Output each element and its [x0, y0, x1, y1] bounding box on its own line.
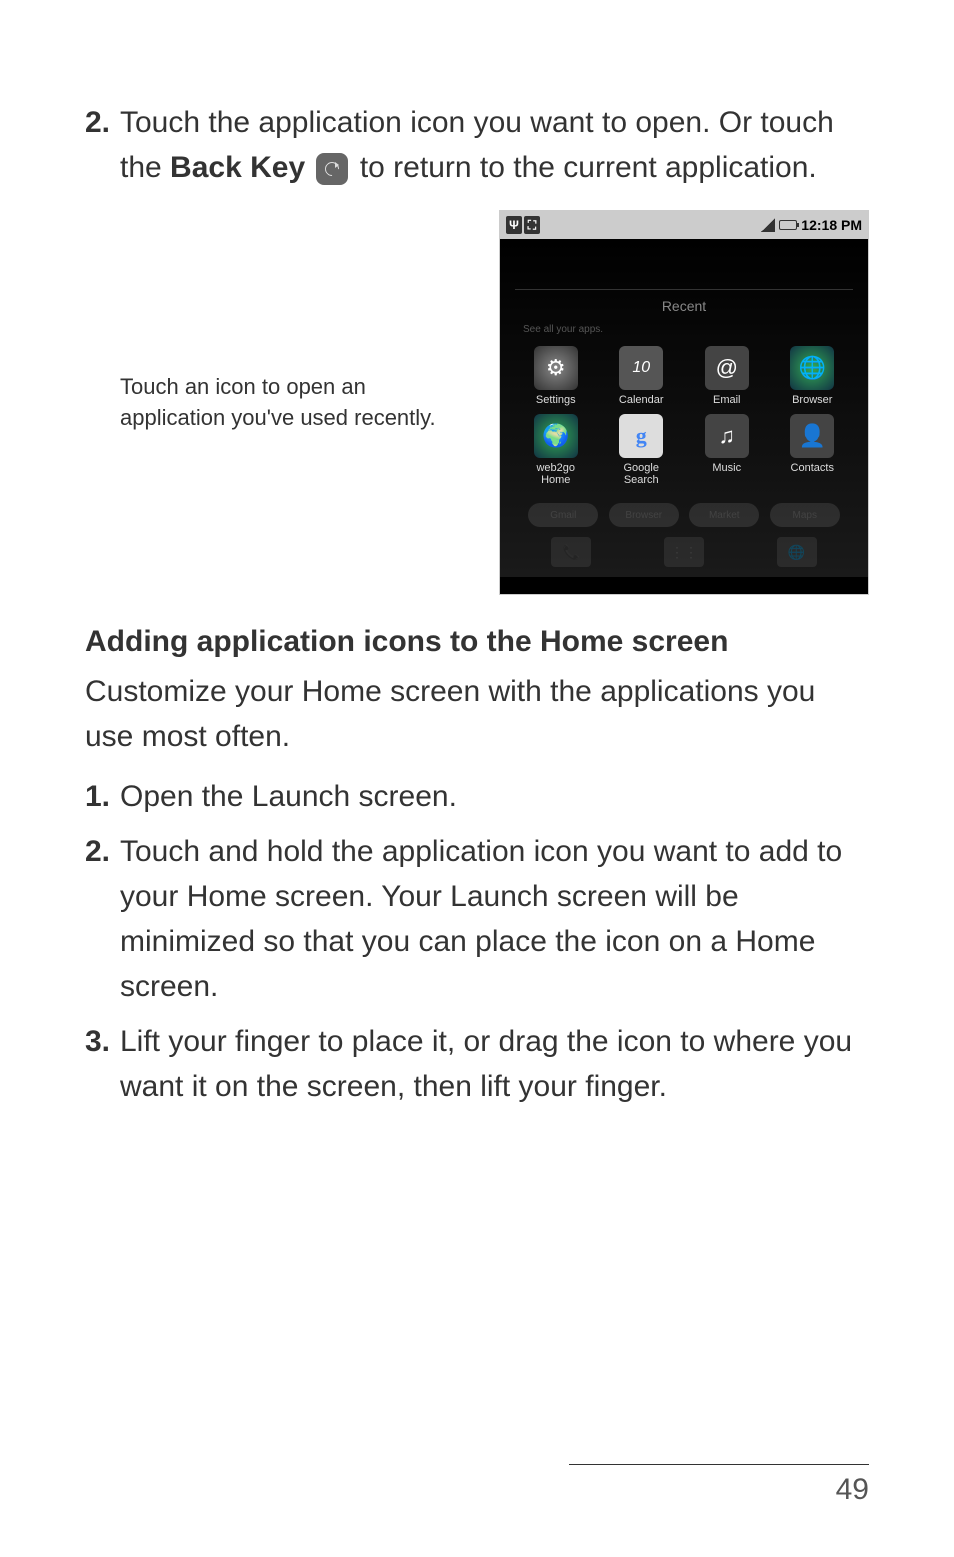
footer-divider [569, 1464, 869, 1465]
status-bar: Ψ ⛶ 12:18 PM [500, 211, 868, 239]
section-body: Customize your Home screen with the appl… [85, 669, 869, 759]
back-key-icon [316, 153, 348, 185]
callout-text: Touch an icon to open an application you… [85, 372, 436, 434]
browser-icon: 🌐 [790, 346, 834, 390]
step-2-text-b: to return to the current application. [360, 151, 817, 184]
faded-pill: Market [689, 503, 759, 527]
browser-dock-icon: 🌐 [777, 537, 817, 567]
status-notifications: Ψ ⛶ [506, 216, 540, 234]
app-email[interactable]: @ Email [686, 346, 768, 406]
page-number: 49 [836, 1473, 869, 1507]
contacts-icon: 👤 [790, 414, 834, 458]
battery-icon [779, 220, 797, 230]
app-settings[interactable]: ⚙ Settings [515, 346, 597, 406]
app-google-search[interactable]: g Google Search [601, 414, 683, 486]
app-browser[interactable]: 🌐 Browser [772, 346, 854, 406]
calendar-icon: 10 [619, 346, 663, 390]
background-launcher-row: Gmail Browser Market Maps [515, 491, 853, 531]
status-right: 12:18 PM [761, 217, 862, 233]
music-icon: ♫ [705, 414, 749, 458]
google-icon: g [619, 414, 663, 458]
faded-pill: Browser [609, 503, 679, 527]
app-web2go[interactable]: 🌍 web2go Home [515, 414, 597, 486]
page-footer: 49 [569, 1464, 869, 1507]
recent-heading: Recent [515, 289, 853, 322]
apps-dock-icon: ⋮⋮ [664, 537, 704, 567]
app-contacts[interactable]: 👤 Contacts [772, 414, 854, 486]
back-key-label: Back Key [170, 151, 305, 184]
step-1: 1. Open the Launch screen. [85, 774, 869, 819]
step-2-number: 2. [85, 100, 110, 145]
faded-pill: Gmail [528, 503, 598, 527]
phone-screenshot: Ψ ⛶ 12:18 PM Recent See all your apps. ⚙… [499, 210, 869, 595]
step-2b: 2. Touch and hold the application icon y… [85, 829, 869, 1009]
recent-apps-grid: ⚙ Settings 10 Calendar @ Email 🌐 Browser… [515, 341, 853, 491]
signal-icon [761, 218, 775, 232]
step-3-number: 3. [85, 1019, 110, 1064]
callout-block: Touch an icon to open an application you… [85, 372, 446, 434]
step-1-number: 1. [85, 774, 110, 819]
clock: 12:18 PM [801, 217, 862, 233]
app-music[interactable]: ♫ Music [686, 414, 768, 486]
settings-icon: ⚙ [534, 346, 578, 390]
app-calendar[interactable]: 10 Calendar [601, 346, 683, 406]
phone-body: Recent See all your apps. ⚙ Settings 10 … [500, 239, 868, 577]
debug-icon: ⛶ [524, 216, 540, 234]
email-icon: @ [705, 346, 749, 390]
usb-icon: Ψ [506, 216, 522, 234]
step-2: 2. Touch the application icon you want t… [85, 100, 869, 190]
section-heading: Adding application icons to the Home scr… [85, 625, 869, 659]
screenshot-with-callout: Touch an icon to open an application you… [85, 210, 869, 595]
web2go-icon: 🌍 [534, 414, 578, 458]
faded-pill: Maps [770, 503, 840, 527]
see-all-apps-label: See all your apps. [515, 322, 853, 341]
dock-row: 📞 ⋮⋮ 🌐 [515, 531, 853, 567]
step-3: 3. Lift your finger to place it, or drag… [85, 1019, 869, 1109]
phone-dock-icon: 📞 [551, 537, 591, 567]
step-2b-number: 2. [85, 829, 110, 874]
